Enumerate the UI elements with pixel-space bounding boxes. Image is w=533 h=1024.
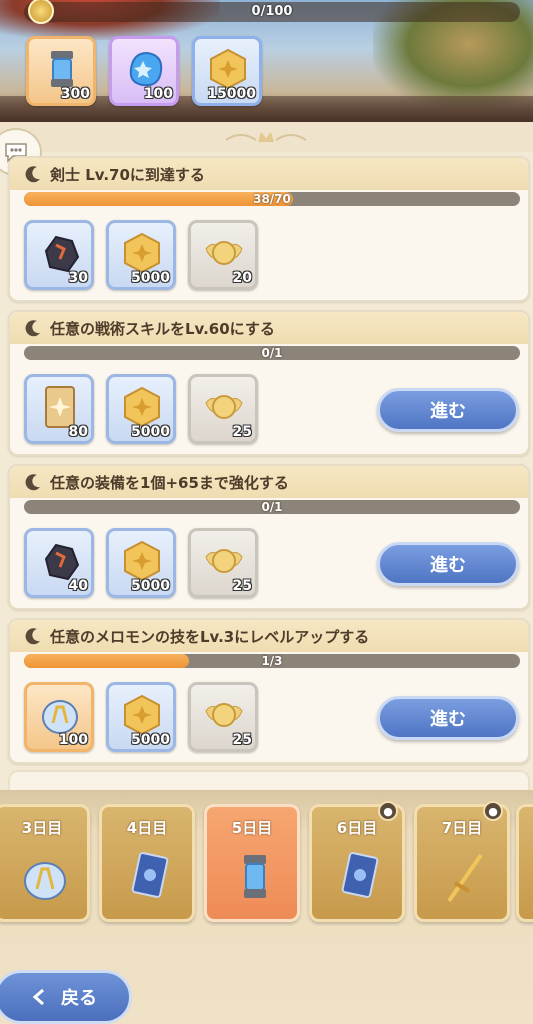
golden-sword-icon xyxy=(447,853,483,903)
mission-progress-text: 0/1 xyxy=(261,346,283,360)
day-tab-next[interactable] xyxy=(516,804,533,922)
reward-item[interactable]: 30 xyxy=(24,220,94,290)
reward-count: 25 xyxy=(232,578,252,594)
reward-item[interactable]: 5000 xyxy=(106,682,176,752)
mission-progress-bar: 0/1 xyxy=(24,500,520,514)
moon-icon xyxy=(25,628,40,645)
wing-medal-icon xyxy=(205,395,243,419)
reward-item[interactable]: 5000 xyxy=(106,374,176,444)
day-label: 6日目 xyxy=(336,819,378,837)
mission-card: 任意の装備を1個+65まで強化する 0/1 40 5000 25 進む xyxy=(8,464,530,610)
mission-title: 任意の戦術スキルをLv.60にする xyxy=(50,320,275,338)
capsule-icon xyxy=(51,51,73,87)
wing-medal-icon xyxy=(205,703,243,727)
mission-rewards: 80 5000 25 xyxy=(24,374,258,444)
rune-orb-icon xyxy=(42,700,78,734)
reward-count: 40 xyxy=(68,578,88,594)
mission-title: 剣士 Lv.70に到達する xyxy=(50,166,205,184)
reward-count: 5000 xyxy=(131,270,170,286)
gold-coin-icon xyxy=(124,386,160,428)
reward-count: 30 xyxy=(68,270,88,286)
mission-progress-bar: 38/70 xyxy=(24,192,520,206)
blue-card-icon xyxy=(341,852,379,898)
reward-item[interactable]: 5000 xyxy=(106,528,176,598)
wing-medal-icon xyxy=(205,241,243,265)
day-tab-4[interactable]: 4日目 xyxy=(99,804,195,922)
gold-coin-icon xyxy=(124,232,160,274)
total-progress-bar: 0/100 xyxy=(24,0,520,24)
go-button[interactable]: 進む xyxy=(377,388,519,432)
reward-item[interactable]: 15000 xyxy=(192,36,262,106)
moon-icon xyxy=(25,474,40,491)
reward-item[interactable]: 20 xyxy=(188,220,258,290)
day-label: 4日目 xyxy=(126,819,168,837)
gold-coin-icon xyxy=(124,694,160,736)
reward-count: 100 xyxy=(58,732,88,748)
skill-card-icon xyxy=(45,386,75,428)
go-button[interactable]: 進む xyxy=(377,696,519,740)
back-label: 戻る xyxy=(61,988,97,1009)
back-button[interactable]: 戻る xyxy=(0,970,132,1024)
mission-progress-text: 0/1 xyxy=(261,500,283,514)
day-tabs: 3日目 4日目 5日目 ● 6日目 ● 7日目 xyxy=(0,800,533,926)
reward-count: 100 xyxy=(143,86,173,102)
mission-card: 任意の戦術スキルをLv.60にする 0/1 80 5000 25 進む xyxy=(8,310,530,456)
total-reward-row: 300 100 15000 xyxy=(26,36,262,106)
reward-count: 25 xyxy=(232,732,252,748)
mission-card: 任意のメロモンの技をLv.3にレベルアップする 1/3 100 5000 25 … xyxy=(8,618,530,764)
ore-icon xyxy=(44,235,80,273)
reward-item[interactable]: 5000 xyxy=(106,220,176,290)
moon-icon xyxy=(25,320,40,337)
reward-count: 80 xyxy=(68,424,88,440)
crystal-icon xyxy=(129,51,163,87)
mission-rewards: 100 5000 25 xyxy=(24,682,258,752)
crown-ornament-icon xyxy=(225,132,307,142)
back-arrow-icon xyxy=(32,988,44,1006)
reward-count: 25 xyxy=(232,424,252,440)
capsule-icon xyxy=(244,855,266,898)
moon-icon xyxy=(25,166,40,183)
reward-count: 20 xyxy=(232,270,252,286)
reward-item[interactable]: 25 xyxy=(188,682,258,752)
go-button[interactable]: 進む xyxy=(377,542,519,586)
ornament-divider xyxy=(0,122,533,152)
wing-medal-icon xyxy=(205,549,243,573)
day-label: 7日目 xyxy=(441,819,483,837)
mission-rewards: 30 5000 20 xyxy=(24,220,258,290)
mission-progress-bar: 0/1 xyxy=(24,346,520,360)
reward-item[interactable]: 100 xyxy=(109,36,179,106)
gold-coin-icon xyxy=(124,540,160,582)
reward-count: 15000 xyxy=(207,86,256,102)
reward-item[interactable]: 80 xyxy=(24,374,94,444)
reward-item[interactable]: 25 xyxy=(188,374,258,444)
reward-count: 300 xyxy=(60,86,90,102)
blue-card-icon xyxy=(131,852,169,898)
total-progress-text: 0/100 xyxy=(251,4,293,19)
gold-coin-icon xyxy=(210,48,246,90)
day-label: 3日目 xyxy=(21,819,63,837)
day-label: 5日目 xyxy=(231,819,273,837)
reward-item[interactable]: 25 xyxy=(188,528,258,598)
reward-item[interactable]: 40 xyxy=(24,528,94,598)
reward-count: 5000 xyxy=(131,732,170,748)
reward-count: 5000 xyxy=(131,424,170,440)
ore-icon xyxy=(44,543,80,581)
day-tab-5[interactable]: 5日目 xyxy=(204,804,300,922)
mission-card: 剣士 Lv.70に到達する 38/70 30 5000 20 xyxy=(8,156,530,302)
mission-progress-text: 1/3 xyxy=(261,654,283,668)
mission-progress-text: 38/70 xyxy=(253,192,291,206)
top-banner: 0/100 300 100 15000 xyxy=(0,0,533,122)
mission-title: 任意の装備を1個+65まで強化する xyxy=(50,474,289,492)
day-tab-6[interactable]: ● 6日目 xyxy=(309,801,405,922)
mission-progress-bar: 1/3 xyxy=(24,654,520,668)
mission-title: 任意のメロモンの技をLv.3にレベルアップする xyxy=(50,628,370,646)
mission-rewards: 40 5000 25 xyxy=(24,528,258,598)
rune-orb-icon xyxy=(24,862,66,900)
day-tab-7[interactable]: ● 7日目 xyxy=(414,801,510,922)
reward-count: 5000 xyxy=(131,578,170,594)
reward-item[interactable]: 100 xyxy=(24,682,94,752)
reward-item[interactable]: 300 xyxy=(26,36,96,106)
day-tab-3[interactable]: 3日目 xyxy=(0,804,90,922)
